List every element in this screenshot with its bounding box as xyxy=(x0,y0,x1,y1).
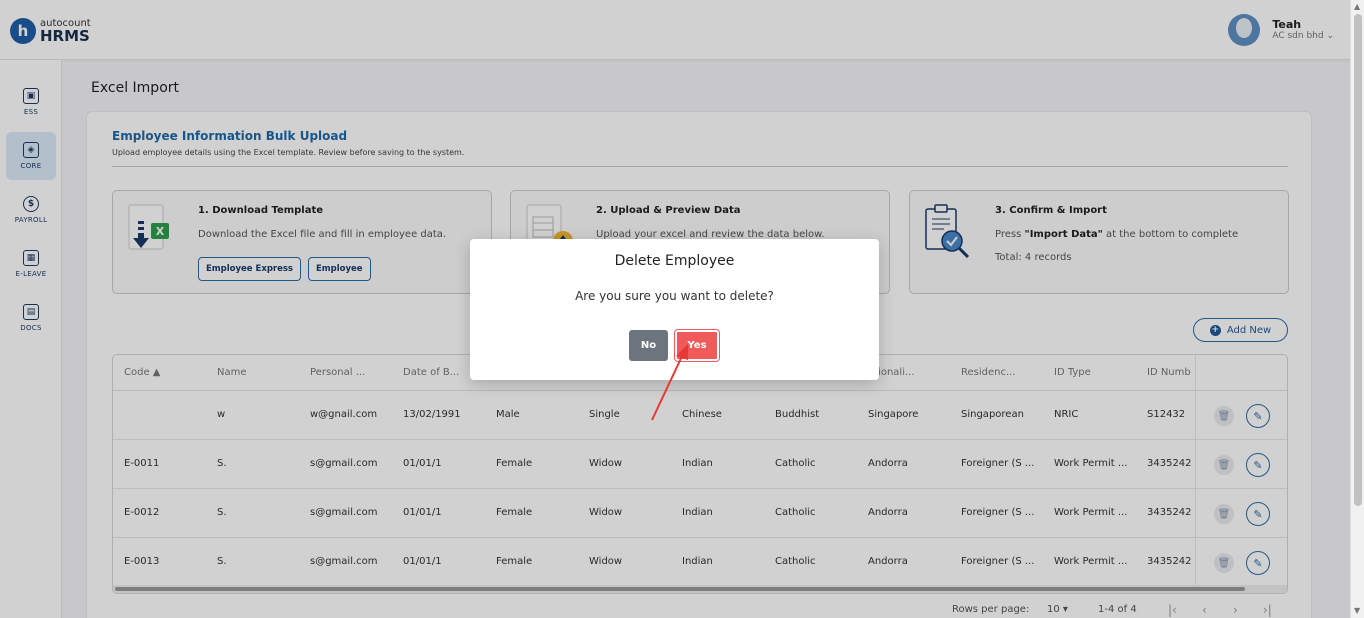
vertical-scrollbar[interactable]: ▲ ▼ xyxy=(1350,0,1364,618)
annotation-arrow-icon xyxy=(651,344,688,421)
vertical-scrollbar-thumb[interactable] xyxy=(1354,14,1362,506)
scroll-down-icon[interactable]: ▼ xyxy=(1354,606,1360,615)
scroll-up-icon[interactable]: ▲ xyxy=(1354,2,1360,11)
dialog-title: Delete Employee xyxy=(614,253,735,269)
dialog-message: Are you sure you want to delete? xyxy=(575,289,774,303)
